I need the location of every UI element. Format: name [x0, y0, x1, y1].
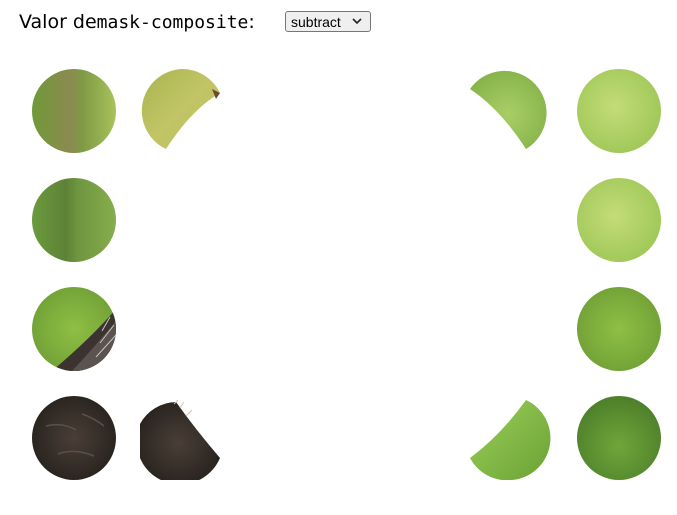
mask-tile-r1-c2	[140, 69, 224, 153]
mask-composite-select[interactable]: subtract	[285, 11, 371, 32]
mask-tile-r4-c4	[577, 396, 661, 480]
mask-tile-r1-c1	[32, 69, 116, 153]
mask-tile-r1-c3	[470, 69, 554, 153]
select-value: subtract	[291, 13, 341, 30]
label-suffix: :	[248, 11, 255, 33]
mask-tile-r1-c4	[577, 69, 661, 153]
mask-tile-r2-c4	[577, 178, 661, 262]
mask-tile-r3-c4	[577, 287, 661, 371]
mask-tile-r3-c1	[32, 287, 116, 371]
mask-tile-r4-c2	[140, 396, 224, 480]
property-name: mask-composite	[96, 11, 249, 33]
mask-composite-label: Valor de mask-composite:	[19, 7, 255, 37]
label-prefix: Valor de	[19, 11, 97, 33]
mask-tile-r2-c1	[32, 178, 116, 262]
mask-tile-r4-c3	[470, 396, 554, 480]
chevron-down-icon	[352, 18, 362, 25]
mask-tile-r4-c1	[32, 396, 116, 480]
